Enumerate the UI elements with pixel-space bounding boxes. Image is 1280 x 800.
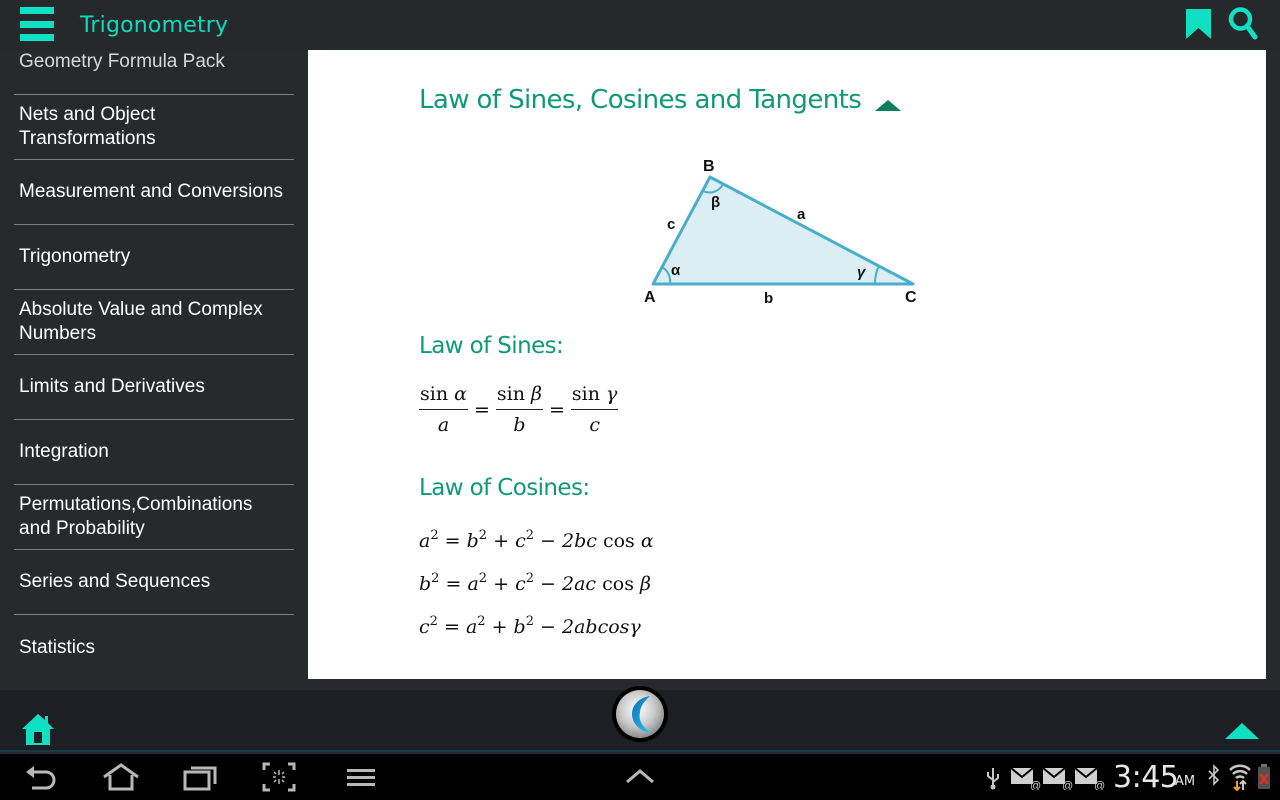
- hamburger-menu-icon[interactable]: [20, 7, 54, 41]
- sidebar-item-label: Permutations,Combinations and Probabilit…: [19, 494, 253, 539]
- sidebar-item-label: Limits and Derivatives: [19, 376, 205, 397]
- screenshot-icon[interactable]: [262, 762, 296, 792]
- sidebar-item-integration[interactable]: Integration: [14, 420, 294, 485]
- expand-up-icon[interactable]: [624, 762, 656, 792]
- angle-label-alpha: α: [671, 262, 681, 279]
- fraction-term: sin γ c: [570, 383, 619, 436]
- sidebar-item-series[interactable]: Series and Sequences: [14, 550, 294, 615]
- side-label-b: b: [764, 290, 773, 307]
- sidebar: Geometry Formula Pack Nets and Object Tr…: [0, 50, 308, 690]
- law-of-sines-heading: Law of Sines:: [419, 333, 564, 359]
- vertex-label-a: A: [644, 289, 656, 306]
- section-heading: Law of Sines, Cosines and Tangents: [419, 85, 862, 115]
- clock-ampm: AM: [1175, 774, 1196, 789]
- law-of-sines-formula: sin α a = sin β b = sin γ c: [419, 383, 619, 436]
- sidebar-item-absolute-value[interactable]: Absolute Value and Complex Numbers: [14, 290, 294, 355]
- triangle-shape: [651, 175, 915, 286]
- app-logo-icon[interactable]: [610, 684, 670, 744]
- sidebar-item-label: Measurement and Conversions: [19, 181, 284, 202]
- home-icon[interactable]: [100, 762, 142, 792]
- bluetooth-icon: [1208, 764, 1220, 786]
- battery-icon: [1258, 764, 1270, 789]
- fraction-term: sin β b: [495, 383, 543, 436]
- svg-text:@: @: [1062, 780, 1073, 790]
- sidebar-item-trigonometry[interactable]: Trigonometry: [14, 225, 294, 290]
- svg-text:@: @: [1030, 780, 1041, 790]
- svg-text:@: @: [1094, 780, 1105, 790]
- menu-icon[interactable]: [346, 762, 376, 792]
- sidebar-item-statistics[interactable]: Statistics: [14, 615, 294, 680]
- cosine-equation-a: a2 = b2 + c2 − 2bc cos α: [419, 528, 654, 552]
- bookmark-icon[interactable]: [1185, 8, 1212, 40]
- fraction-term: sin α a: [419, 383, 468, 436]
- sidebar-item-geometry-formula-pack[interactable]: Geometry Formula Pack: [14, 50, 294, 95]
- wifi-icon: [1229, 764, 1251, 792]
- usb-icon: [987, 768, 999, 790]
- sidebar-item-label: Integration: [19, 441, 109, 462]
- content-panel: Law of Sines, Cosines and Tangents B A C…: [308, 50, 1266, 679]
- scrollbar-track[interactable]: [1266, 50, 1280, 690]
- vertex-label-b: B: [703, 158, 715, 175]
- angle-label-beta: β: [711, 194, 720, 211]
- scroll-top-icon[interactable]: [1224, 722, 1260, 740]
- sidebar-item-label: Trigonometry: [19, 246, 131, 267]
- sidebar-item-nets[interactable]: Nets and Object Transformations: [14, 95, 294, 160]
- sidebar-item-limits[interactable]: Limits and Derivatives: [14, 355, 294, 420]
- email-icon: @: [1042, 767, 1073, 790]
- sidebar-item-label: Nets and Object Transformations: [19, 104, 156, 149]
- top-bar: Trigonometry: [0, 0, 1280, 50]
- law-of-cosines-heading: Law of Cosines:: [419, 475, 590, 501]
- side-label-a: a: [797, 206, 806, 223]
- sidebar-item-label: Series and Sequences: [19, 571, 211, 592]
- recent-apps-icon[interactable]: [182, 762, 218, 792]
- system-nav-bar: @ @ @ 3:45 AM: [0, 754, 1280, 800]
- sidebar-item-label: Statistics: [19, 636, 96, 658]
- email-icon: @: [1074, 767, 1105, 790]
- collapse-up-icon[interactable]: [873, 99, 903, 113]
- back-icon[interactable]: [22, 762, 58, 792]
- app-title: Trigonometry: [80, 13, 229, 38]
- triangle-diagram: B A C a b c α β γ: [644, 158, 917, 307]
- search-icon[interactable]: [1228, 6, 1258, 42]
- sidebar-item-permutations[interactable]: Permutations,Combinations and Probabilit…: [14, 485, 294, 550]
- sidebar-item-measurement[interactable]: Measurement and Conversions: [14, 160, 294, 225]
- email-icon: @: [1010, 767, 1041, 790]
- sidebar-item-label: Absolute Value and Complex Numbers: [19, 299, 263, 344]
- sidebar-item-label: Geometry Formula Pack: [19, 51, 225, 72]
- clock-time: 3:45: [1113, 760, 1179, 795]
- home-icon[interactable]: [20, 712, 56, 746]
- cosine-equation-b: b2 = a2 + c2 − 2ac cos β: [419, 571, 651, 595]
- bottom-bar: [0, 686, 1280, 752]
- vertex-label-c: C: [905, 289, 917, 306]
- cosine-equation-c: c2 = a2 + b2 − 2abcosγ: [419, 614, 641, 638]
- app-root: Trigonometry Geometry Formula Pack Nets …: [0, 0, 1280, 800]
- side-label-c: c: [667, 216, 675, 233]
